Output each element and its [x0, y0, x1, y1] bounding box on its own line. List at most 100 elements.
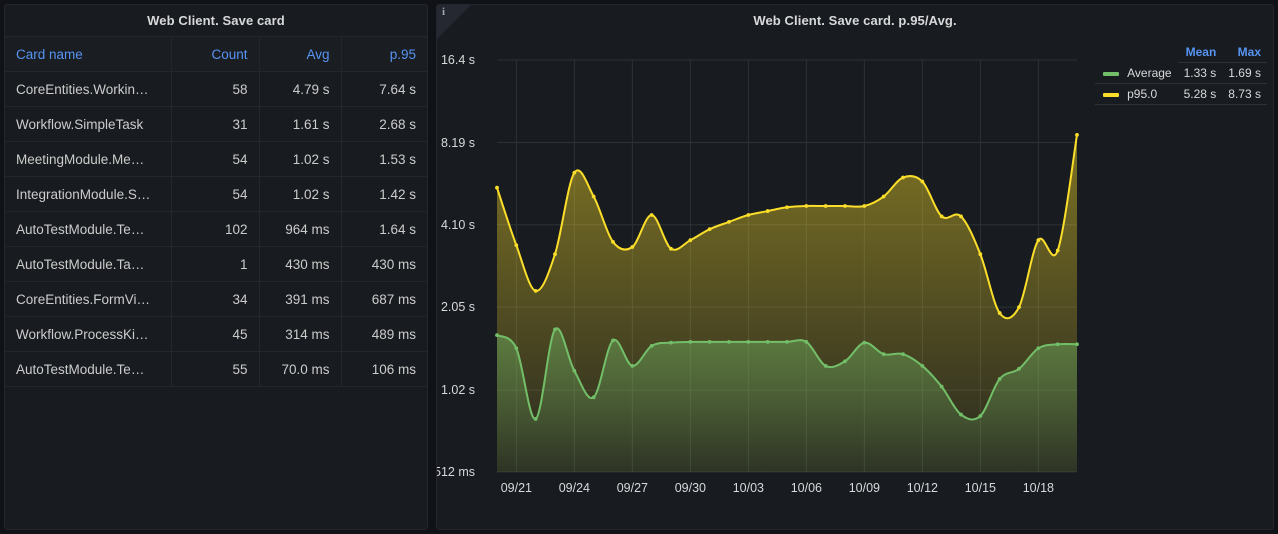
- table-row[interactable]: AutoTestModule.Te…102964 ms1.64 s: [5, 212, 427, 247]
- cell-card-name: Workflow.ProcessKi…: [5, 317, 171, 352]
- cell-avg: 1.61 s: [259, 107, 341, 142]
- cell-avg: 4.79 s: [259, 72, 341, 107]
- y-axis-tick-label: 16.4 s: [441, 53, 475, 67]
- table-row[interactable]: Workflow.ProcessKi…45314 ms489 ms: [5, 317, 427, 352]
- series-point[interactable]: [495, 186, 499, 190]
- filler-cell: [341, 387, 427, 388]
- series-point[interactable]: [862, 204, 866, 208]
- x-axis-tick-label: 09/27: [617, 481, 648, 495]
- cell-card-name: CoreEntities.FormVi…: [5, 282, 171, 317]
- series-point[interactable]: [708, 227, 712, 231]
- series-point[interactable]: [746, 213, 750, 217]
- series-point[interactable]: [630, 245, 634, 249]
- series-point[interactable]: [901, 176, 905, 180]
- series-point[interactable]: [804, 340, 808, 344]
- series-point[interactable]: [669, 247, 673, 251]
- series-point[interactable]: [882, 195, 886, 199]
- column-header-count[interactable]: Count: [171, 37, 259, 72]
- series-point[interactable]: [669, 341, 673, 345]
- series-point[interactable]: [650, 344, 654, 348]
- series-point[interactable]: [650, 213, 654, 217]
- series-point[interactable]: [901, 352, 905, 356]
- series-point[interactable]: [746, 340, 750, 344]
- series-point[interactable]: [920, 364, 924, 368]
- series-point[interactable]: [998, 377, 1002, 381]
- cell-p95: 1.53 s: [341, 142, 427, 177]
- series-point[interactable]: [1056, 249, 1060, 253]
- series-point[interactable]: [843, 204, 847, 208]
- series-point[interactable]: [592, 195, 596, 199]
- series-point[interactable]: [534, 289, 538, 293]
- series-point[interactable]: [785, 205, 789, 209]
- series-point[interactable]: [766, 340, 770, 344]
- table-panel-title[interactable]: Web Client. Save card: [5, 5, 427, 36]
- y-axis-tick-label: 2.05 s: [441, 300, 475, 314]
- series-point[interactable]: [882, 352, 886, 356]
- series-point[interactable]: [727, 340, 731, 344]
- series-point[interactable]: [978, 414, 982, 418]
- series-point[interactable]: [1056, 342, 1060, 346]
- cell-avg: 391 ms: [259, 282, 341, 317]
- x-axis-tick-label: 10/09: [849, 481, 880, 495]
- cell-count: 34: [171, 282, 259, 317]
- graph-svg[interactable]: [437, 36, 1274, 507]
- series-point[interactable]: [920, 180, 924, 184]
- series-point[interactable]: [940, 214, 944, 218]
- table-filler-row: [5, 387, 427, 388]
- info-icon: i: [442, 6, 445, 18]
- table-row[interactable]: Workflow.SimpleTask311.61 s2.68 s: [5, 107, 427, 142]
- cell-count: 102: [171, 212, 259, 247]
- column-header-avg[interactable]: Avg: [259, 37, 341, 72]
- series-point[interactable]: [1036, 238, 1040, 242]
- series-point[interactable]: [514, 243, 518, 247]
- series-point[interactable]: [1075, 133, 1079, 137]
- series-point[interactable]: [727, 220, 731, 224]
- series-point[interactable]: [688, 340, 692, 344]
- series-point[interactable]: [1075, 342, 1079, 346]
- panel-info-corner[interactable]: i: [437, 5, 471, 39]
- series-point[interactable]: [611, 240, 615, 244]
- cell-p95: 7.64 s: [341, 72, 427, 107]
- series-point[interactable]: [785, 340, 789, 344]
- column-header-card-name[interactable]: Card name: [5, 37, 171, 72]
- series-point[interactable]: [553, 252, 557, 256]
- series-point[interactable]: [766, 209, 770, 213]
- series-point[interactable]: [534, 417, 538, 421]
- series-point[interactable]: [998, 311, 1002, 315]
- plot-area[interactable]: 512 ms1.02 s2.05 s4.10 s8.19 s16.4 s 09/…: [437, 36, 1273, 529]
- table-row[interactable]: IntegrationModule.S…541.02 s1.42 s: [5, 177, 427, 212]
- series-point[interactable]: [553, 327, 557, 331]
- series-point[interactable]: [978, 252, 982, 256]
- series-point[interactable]: [688, 238, 692, 242]
- series-point[interactable]: [572, 369, 576, 373]
- series-point[interactable]: [824, 204, 828, 208]
- graph-panel-title[interactable]: Web Client. Save card. p.95/Avg.: [437, 5, 1273, 36]
- table-row[interactable]: AutoTestModule.Te…5570.0 ms106 ms: [5, 352, 427, 387]
- table-row[interactable]: CoreEntities.FormVi…34391 ms687 ms: [5, 282, 427, 317]
- series-point[interactable]: [495, 333, 499, 337]
- series-point[interactable]: [708, 340, 712, 344]
- series-point[interactable]: [804, 204, 808, 208]
- cell-count: 31: [171, 107, 259, 142]
- series-point[interactable]: [592, 395, 596, 399]
- series-point[interactable]: [959, 214, 963, 218]
- series-point[interactable]: [611, 338, 615, 342]
- series-point[interactable]: [959, 413, 963, 417]
- series-point[interactable]: [514, 346, 518, 350]
- series-point[interactable]: [572, 171, 576, 175]
- cell-count: 58: [171, 72, 259, 107]
- column-header-p95[interactable]: p.95: [341, 37, 427, 72]
- series-point[interactable]: [862, 341, 866, 345]
- table-row[interactable]: CoreEntities.Workin…584.79 s7.64 s: [5, 72, 427, 107]
- series-point[interactable]: [824, 364, 828, 368]
- series-point[interactable]: [1017, 305, 1021, 309]
- series-point[interactable]: [1036, 346, 1040, 350]
- cell-count: 1: [171, 247, 259, 282]
- series-point[interactable]: [1017, 367, 1021, 371]
- series-point[interactable]: [630, 364, 634, 368]
- series-point[interactable]: [843, 359, 847, 363]
- series-point[interactable]: [940, 385, 944, 389]
- table-row[interactable]: AutoTestModule.Ta…1430 ms430 ms: [5, 247, 427, 282]
- cell-card-name: CoreEntities.Workin…: [5, 72, 171, 107]
- table-row[interactable]: MeetingModule.Me…541.02 s1.53 s: [5, 142, 427, 177]
